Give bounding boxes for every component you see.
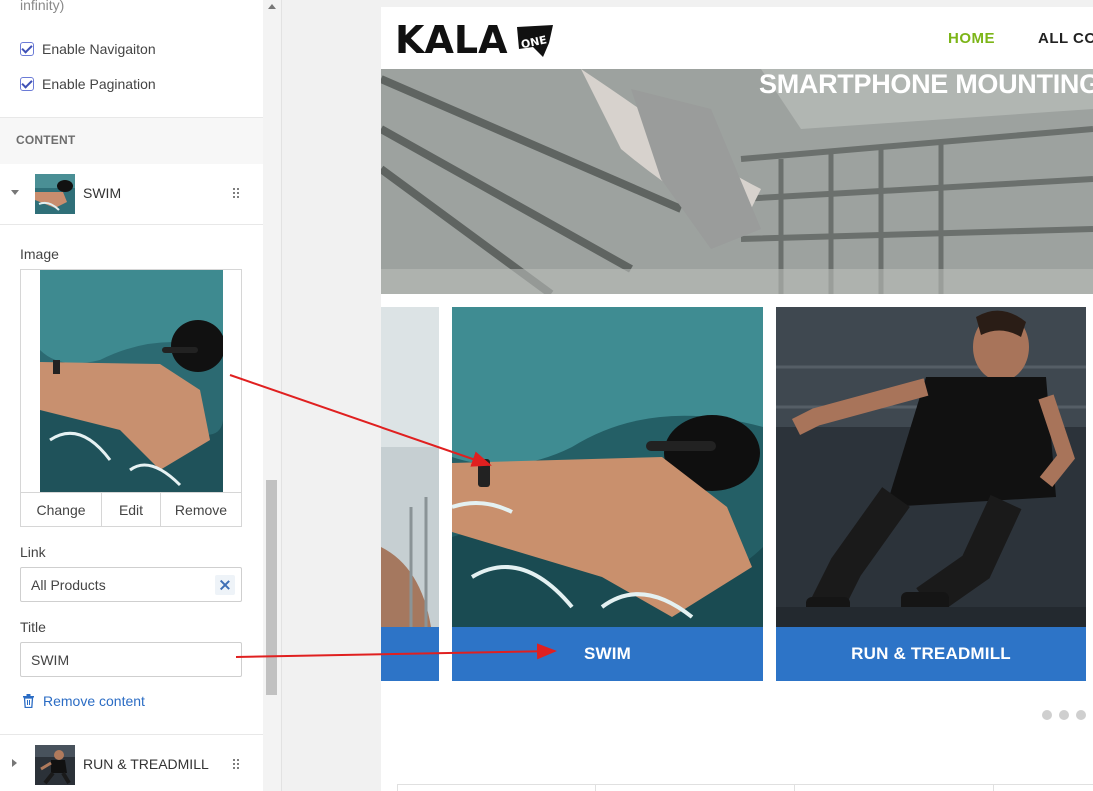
expand-caret-icon[interactable] <box>12 759 17 767</box>
logo-wordmark: KALA <box>395 18 508 62</box>
title-field-label: Title <box>20 619 46 635</box>
link-field[interactable]: All Products <box>20 567 242 602</box>
trash-icon <box>23 694 34 708</box>
collapse-caret-icon[interactable] <box>11 190 19 195</box>
pagination-dot[interactable] <box>1076 710 1086 720</box>
scrollbar-thumb[interactable] <box>266 480 277 695</box>
nav-all-products-link[interactable]: ALL CO <box>1038 30 1093 47</box>
clear-link-icon[interactable] <box>215 575 235 595</box>
enable-navigation-option[interactable]: Enable Navigaiton <box>20 41 156 57</box>
remove-content-link[interactable]: Remove content <box>22 693 145 709</box>
site-logo[interactable]: KALA ONE <box>395 13 555 68</box>
hero-title: SMARTPHONE MOUNTING <box>759 69 1093 99</box>
remove-image-button[interactable]: Remove <box>161 493 241 527</box>
pagination-dot[interactable] <box>1059 710 1069 720</box>
change-image-button[interactable]: Change <box>21 493 102 527</box>
slide-caption <box>381 627 439 681</box>
run-thumbnail <box>35 745 75 785</box>
image-field-label: Image <box>20 246 59 262</box>
panel-scrollbar[interactable] <box>263 0 282 791</box>
remove-content-label: Remove content <box>43 693 145 709</box>
editor-panel: infinity) Enable Navigaiton Enable Pagin… <box>0 0 263 791</box>
kala-logo-icon: KALA ONE <box>395 18 553 62</box>
scroll-up-arrow-icon[interactable] <box>268 4 276 9</box>
content-section-header: CONTENT <box>0 117 263 165</box>
slide-caption-run-treadmill: RUN & TREADMILL <box>776 627 1086 681</box>
link-value: All Products <box>31 576 106 593</box>
swimmer-slide-image <box>452 307 763 627</box>
drag-handle-icon[interactable] <box>233 188 241 200</box>
carousel-slide-swim[interactable]: SWIM <box>452 307 763 681</box>
hero-banner-image <box>381 69 1093 294</box>
drag-handle-icon[interactable] <box>233 759 241 771</box>
swim-thumbnail <box>35 174 75 214</box>
enable-pagination-option[interactable]: Enable Pagination <box>20 76 156 92</box>
content-item-run-treadmill[interactable]: RUN & TREADMILL <box>0 734 263 791</box>
enable-navigation-label: Enable Navigaiton <box>42 41 156 57</box>
carousel-pagination <box>1042 710 1086 720</box>
enable-pagination-checkbox[interactable] <box>20 77 34 91</box>
content-item-title: RUN & TREADMILL <box>83 756 209 772</box>
edit-image-button[interactable]: Edit <box>102 493 161 527</box>
page-preview: KALA ONE HOME ALL CO SMARTPHONE MOUNTING <box>381 7 1093 791</box>
infinity-note: infinity) <box>20 0 65 13</box>
carousel-slide-previous[interactable] <box>381 307 439 681</box>
runner-slide-image <box>776 307 1086 627</box>
content-item-title: SWIM <box>83 185 122 201</box>
title-value: SWIM <box>31 651 70 668</box>
slide-image-partial <box>381 307 439 627</box>
pagination-dot[interactable] <box>1042 710 1052 720</box>
content-item-swim[interactable]: SWIM <box>0 164 263 225</box>
image-actions: Change Edit Remove <box>21 492 241 527</box>
title-field[interactable]: SWIM <box>20 642 242 677</box>
content-section-title: CONTENT <box>16 133 76 147</box>
nav-home-link[interactable]: HOME <box>948 30 995 47</box>
image-picker: Change Edit Remove <box>20 269 242 527</box>
link-field-label: Link <box>20 544 46 560</box>
enable-pagination-label: Enable Pagination <box>42 76 156 92</box>
section-divider <box>397 784 1093 791</box>
slide-caption-swim: SWIM <box>452 627 763 681</box>
swimmer-image-preview <box>40 270 223 492</box>
enable-navigation-checkbox[interactable] <box>20 42 34 56</box>
carousel-slide-run-treadmill[interactable]: RUN & TREADMILL <box>776 307 1086 681</box>
